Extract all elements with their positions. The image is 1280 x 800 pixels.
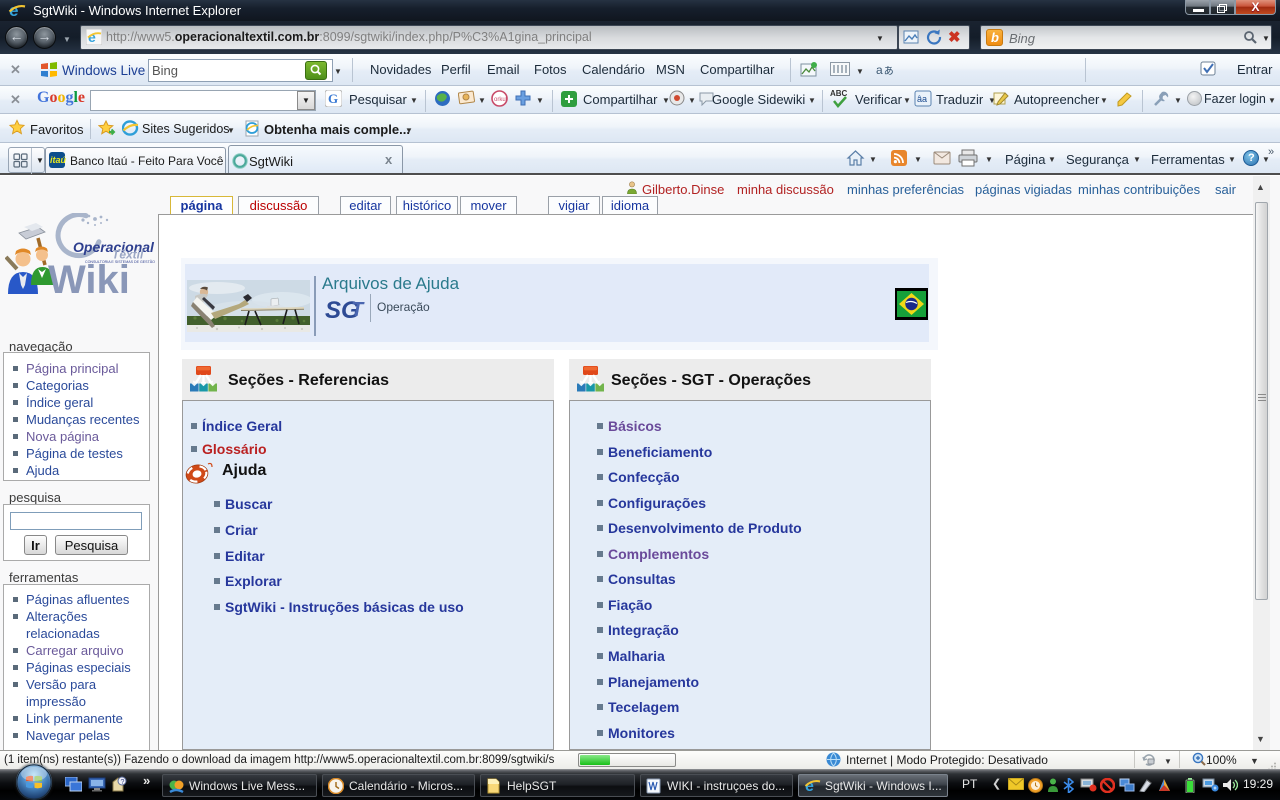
svg-text:âa: âa [917,94,927,104]
svg-text:T: T [351,299,365,321]
svg-text:orkut: orkut [494,97,508,103]
svg-text:Wiki: Wiki [48,258,130,302]
svg-text:?: ? [121,779,125,786]
svg-text:G: G [328,91,338,106]
